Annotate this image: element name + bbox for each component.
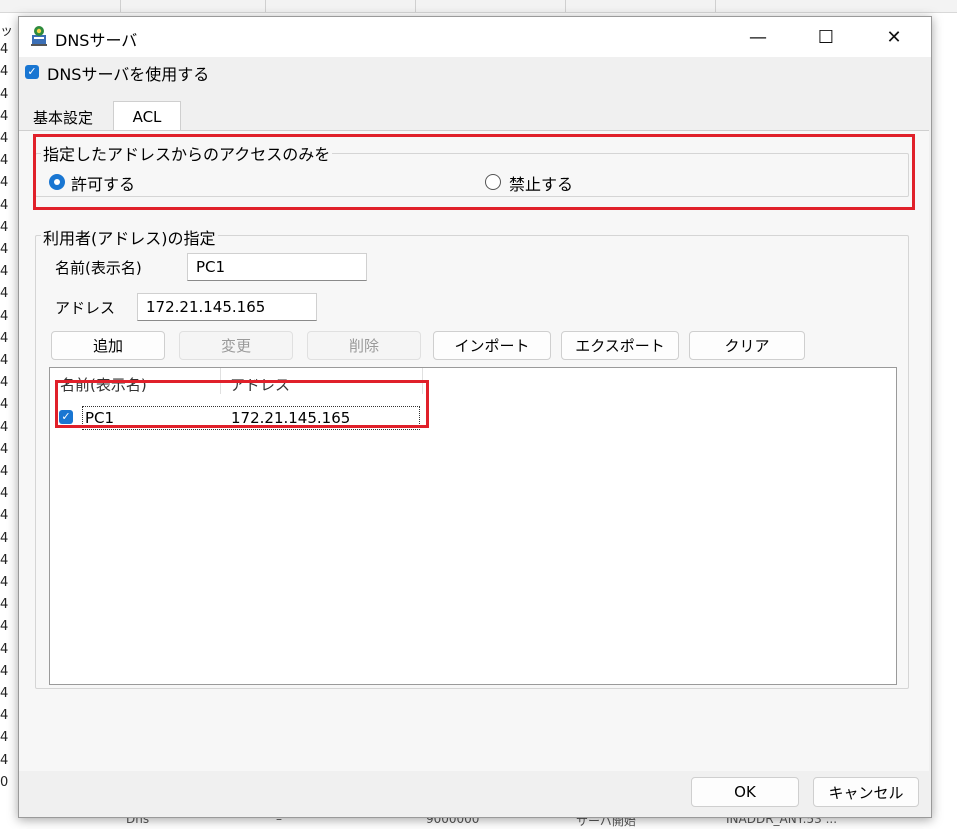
name-input[interactable]: PC1 — [187, 253, 367, 281]
background-column-divider — [120, 0, 121, 12]
background-cell: 4 — [0, 330, 9, 346]
background-cell: 4 — [0, 752, 9, 768]
background-cell: 4 — [0, 131, 9, 146]
background-cell: 4 — [0, 353, 9, 368]
background-cell: 4 — [0, 153, 9, 169]
background-cell: 4 — [0, 175, 9, 191]
background-column-divider — [265, 0, 266, 12]
background-cell: 4 — [0, 552, 9, 568]
name-label: 名前(表示名) — [55, 259, 142, 277]
background-cell: 4 — [0, 197, 9, 213]
window-title: DNSサーバ — [55, 31, 138, 50]
background-cell: 4 — [0, 264, 9, 280]
background-cell: 4 — [0, 108, 9, 124]
background-cell: 4 — [0, 419, 9, 435]
background-cell: 4 — [0, 597, 9, 613]
background-cell: 4 — [0, 375, 9, 391]
acl-tab-panel: 指定したアドレスからのアクセスのみを 許可する 禁止する 利用者(アドレス)の指… — [19, 130, 929, 771]
background-header — [0, 0, 957, 13]
background-cell: 4 — [0, 42, 9, 58]
background-cell: 4 — [0, 441, 9, 457]
ok-button[interactable]: OK — [691, 777, 799, 807]
background-cell: 4 — [0, 242, 9, 257]
background-cell: 4 — [0, 64, 9, 80]
checkmark-icon: ✓ — [27, 65, 37, 78]
background-column-divider — [415, 0, 416, 12]
background-cell: 4 — [0, 641, 9, 657]
background-cell: 4 — [0, 219, 9, 235]
background-cell: 4 — [0, 286, 9, 302]
address-input[interactable]: 172.21.145.165 — [137, 293, 317, 321]
background-cell: 4 — [0, 708, 9, 724]
export-button[interactable]: エクスポート — [561, 331, 679, 360]
background-cell: 4 — [0, 508, 9, 524]
tab-basic-settings[interactable]: 基本設定 — [33, 107, 93, 128]
background-cell: 4 — [0, 619, 9, 635]
background-cell: 4 — [0, 530, 9, 546]
background-cell: ッ — [0, 24, 14, 39]
background-cell: 4 — [0, 397, 9, 413]
background-cell: 4 — [0, 486, 9, 502]
dns-server-dialog: DNSサーバ — ☐ ✕ ✓ DNSサーバを使用する 基本設定 ACL 指定した… — [18, 16, 932, 818]
highlight-access-box — [33, 134, 915, 210]
minimize-button[interactable]: — — [735, 17, 781, 57]
import-button[interactable]: インポート — [433, 331, 551, 360]
background-cell: 4 — [0, 686, 9, 701]
clear-button[interactable]: クリア — [689, 331, 805, 360]
close-button[interactable]: ✕ — [871, 17, 917, 57]
use-dns-label: DNSサーバを使用する — [47, 65, 210, 84]
title-bar[interactable]: DNSサーバ — ☐ ✕ — [19, 17, 931, 57]
tab-acl[interactable]: ACL — [113, 101, 181, 132]
address-label: アドレス — [55, 299, 116, 317]
add-button[interactable]: 追加 — [51, 331, 165, 360]
cancel-button[interactable]: キャンセル — [813, 777, 919, 807]
background-cell: 4 — [0, 663, 9, 679]
maximize-button[interactable]: ☐ — [803, 17, 849, 57]
background-column-divider — [715, 0, 716, 12]
dns-server-app-icon — [31, 26, 47, 46]
delete-button[interactable]: 削除 — [307, 331, 421, 360]
background-cell: 4 — [0, 86, 9, 102]
highlight-row-box — [55, 380, 429, 428]
background-cell: 4 — [0, 308, 9, 324]
user-group-title: 利用者(アドレス)の指定 — [41, 225, 218, 249]
background-cell: 4 — [0, 730, 9, 746]
change-button[interactable]: 変更 — [179, 331, 293, 360]
use-dns-checkbox[interactable]: ✓ — [25, 65, 39, 79]
background-cell: 4 — [0, 575, 9, 590]
background-cell: 4 — [0, 464, 9, 479]
background-cell: 0 — [0, 774, 9, 790]
background-column-divider — [565, 0, 566, 12]
